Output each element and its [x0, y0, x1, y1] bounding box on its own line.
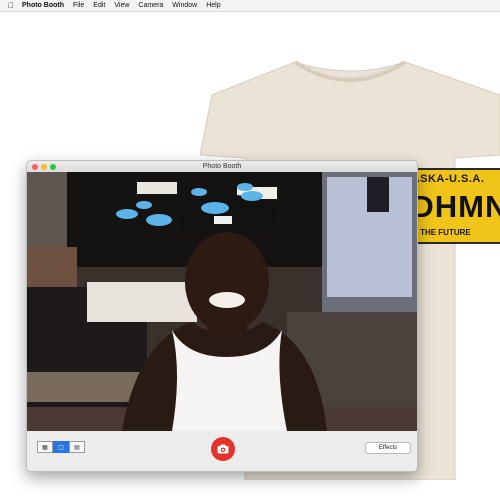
photo-booth-toolbar: ▦ ▢ ▤ Effects: [27, 431, 417, 471]
grid-icon[interactable]: ▦: [37, 441, 53, 453]
photo-booth-window[interactable]: Photo Booth ▦ ▢ ▤ Effects: [26, 160, 418, 472]
single-photo-icon[interactable]: ▢: [53, 441, 69, 453]
close-window-button[interactable]: [32, 164, 38, 170]
menu-help[interactable]: Help: [206, 2, 220, 9]
apple-icon[interactable]: : [0, 1, 22, 10]
filmstrip-icon[interactable]: ▤: [69, 441, 85, 453]
window-title: Photo Booth: [202, 163, 242, 170]
minimize-window-button[interactable]: [41, 164, 47, 170]
menu-bar:  Photo Booth File Edit View Camera Wind…: [0, 0, 500, 12]
camera-preview: [27, 172, 417, 431]
camera-preview-image: [27, 172, 417, 431]
zoom-window-button[interactable]: [50, 164, 56, 170]
camera-icon: [217, 444, 229, 454]
view-mode-switcher: ▦ ▢ ▤: [37, 441, 85, 453]
menu-window[interactable]: Window: [172, 2, 197, 9]
effects-button[interactable]: Effects: [365, 442, 411, 454]
menu-camera[interactable]: Camera: [138, 2, 163, 9]
menu-view[interactable]: View: [114, 2, 129, 9]
menu-app-name[interactable]: Photo Booth: [22, 2, 64, 9]
menu-edit[interactable]: Edit: [93, 2, 105, 9]
take-photo-button[interactable]: [211, 437, 235, 461]
menu-file[interactable]: File: [73, 2, 84, 9]
